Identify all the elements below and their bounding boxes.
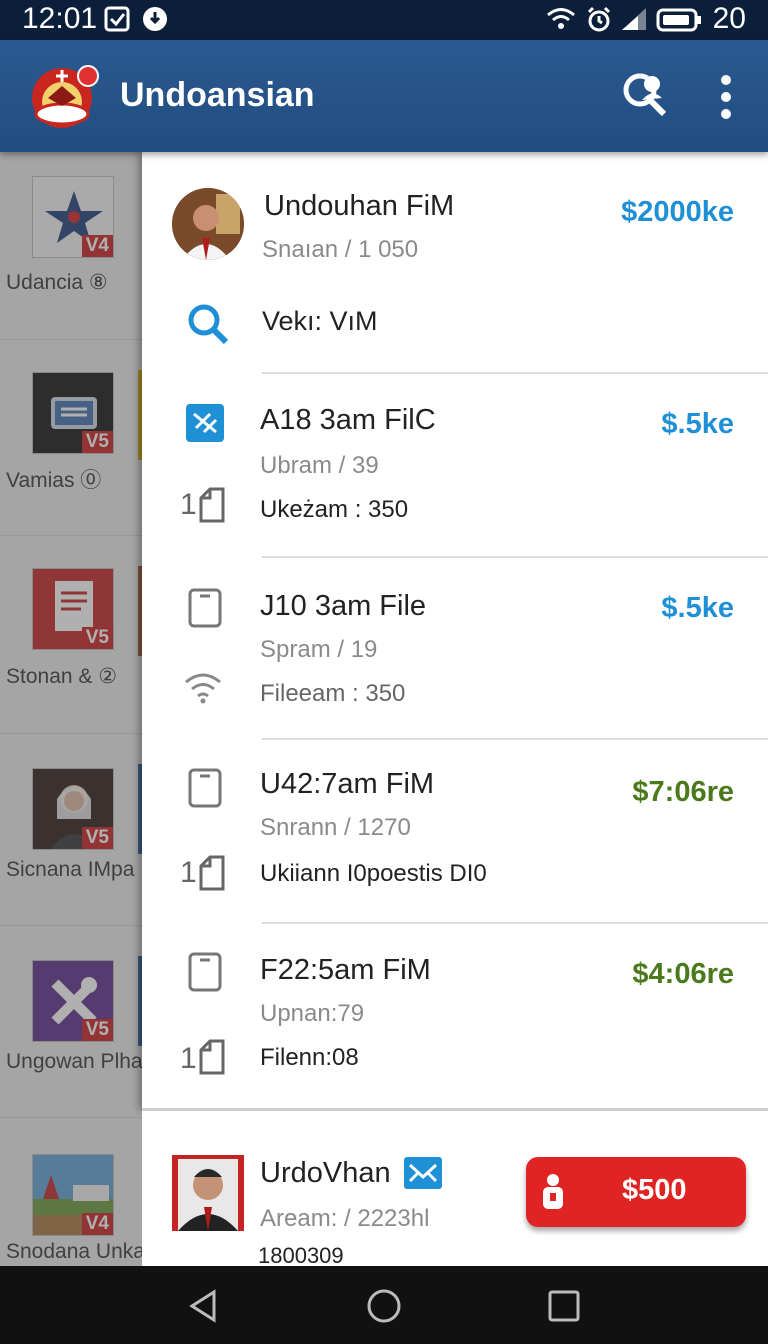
- app-logo[interactable]: [28, 62, 100, 132]
- divider: [262, 738, 768, 740]
- profile-sub: Snaıan / 1 050: [262, 236, 419, 263]
- divider: [262, 922, 768, 924]
- avatar[interactable]: [172, 188, 244, 260]
- wifi-icon: [547, 8, 575, 29]
- back-icon[interactable]: [186, 1288, 222, 1324]
- more-vert-icon[interactable]: [712, 74, 740, 120]
- item-sub: Ubram / 39: [260, 452, 379, 479]
- card-name: UrdoVhan: [260, 1157, 391, 1189]
- status-bar: 12:01 20: [0, 0, 768, 40]
- buy-button-label: $500: [622, 1174, 687, 1206]
- item-meta: Filenn:08: [260, 1044, 359, 1071]
- wifi-icon: [185, 673, 221, 704]
- app-bar: Undoansian: [0, 40, 768, 152]
- item-price: $4:06re: [632, 958, 734, 990]
- signal-icon: [622, 8, 646, 30]
- checkbox-icon: [104, 6, 130, 32]
- item-meta: Ukiiann I0poestis DI0: [260, 860, 487, 887]
- home-icon[interactable]: [366, 1288, 402, 1324]
- battery-level: 20: [712, 2, 746, 35]
- buy-button[interactable]: $500: [526, 1157, 746, 1227]
- item-price: $.5ke: [661, 592, 734, 624]
- profile-photo: [172, 188, 244, 260]
- app-title: Undoansian: [120, 76, 315, 114]
- item-title: U42:7am FiM: [260, 768, 435, 800]
- profile-photo: [172, 1155, 244, 1231]
- profile-name: Undouhan FiM: [264, 190, 455, 222]
- divider: [262, 372, 768, 374]
- download-icon: [143, 7, 167, 31]
- phone-icon: [188, 952, 222, 992]
- item-sub: Upnan:79: [260, 1000, 365, 1027]
- detail-drawer: Undouhan FiM Snaıan / 1 050 $2000ke Vekı…: [142, 152, 768, 1110]
- phone-icon: [188, 588, 222, 628]
- search-icon[interactable]: [186, 302, 230, 346]
- item-meta-prefix: 1: [180, 1042, 197, 1075]
- item-title: F22:5am FiM: [260, 954, 431, 986]
- battery-icon: [656, 8, 701, 32]
- item-meta: Fileeam : 350: [260, 680, 406, 707]
- card-sub: Aream: / 2223hl: [260, 1205, 430, 1232]
- bottle-icon: [543, 1174, 563, 1209]
- alarm-icon: [587, 6, 611, 32]
- item-title: J10 3am File: [260, 590, 427, 622]
- status-time: 12:01: [22, 2, 98, 35]
- item-title: A18 3am FilC: [260, 404, 436, 436]
- app-screen: 12:01 20 Undoansian V4 Udancia ⑧ V5 Vami…: [0, 0, 768, 1344]
- item-meta-prefix: 1: [180, 856, 197, 889]
- phone-icon: [188, 768, 222, 808]
- item-sub: Spram / 19: [260, 636, 378, 663]
- tablet-icon: [199, 855, 225, 891]
- item-price: $.5ke: [661, 408, 734, 440]
- search-person-icon[interactable]: [620, 70, 668, 118]
- item-meta-prefix: 1: [180, 488, 197, 521]
- navigation-bar: [0, 1266, 768, 1344]
- item-price: $7:06re: [632, 776, 734, 808]
- bottom-card: UrdoVhan Aream: / 2223hl 1800309 $500: [142, 1108, 768, 1268]
- tablet-icon: [199, 1039, 225, 1075]
- search-label[interactable]: Vekı: VıM: [262, 306, 378, 337]
- item-sub: Snrann / 1270: [260, 814, 411, 841]
- divider: [262, 556, 768, 558]
- tablet-icon: [199, 487, 225, 523]
- app-icon: [186, 404, 224, 442]
- avatar[interactable]: [172, 1155, 244, 1231]
- item-meta: Ukeżam : 350: [260, 496, 409, 523]
- recents-icon[interactable]: [546, 1288, 582, 1324]
- mail-icon[interactable]: [404, 1157, 442, 1189]
- profile-price: $2000ke: [621, 196, 734, 228]
